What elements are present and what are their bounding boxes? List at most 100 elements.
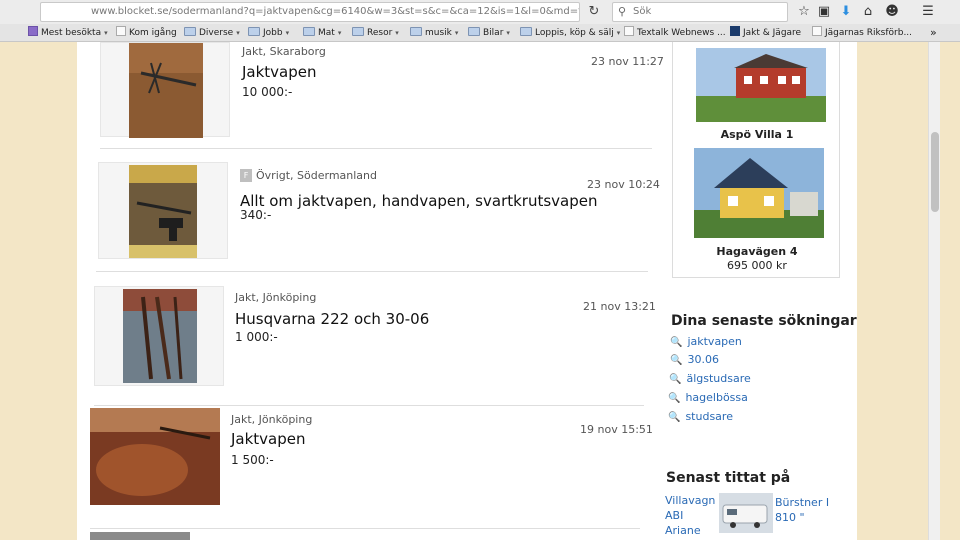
bookmark-label: Jägarnas Riksförb... bbox=[825, 28, 913, 38]
bookmark-folder-mat[interactable]: Mat ▾ bbox=[303, 26, 341, 40]
folder-icon bbox=[468, 27, 480, 36]
listing-category-text: Övrigt, Södermanland bbox=[256, 169, 378, 182]
listing-price: 10 000:- bbox=[242, 85, 293, 99]
bookmark-mest-besokta[interactable]: Mest besökta ▾ bbox=[28, 26, 108, 40]
browser-toolbar: www.blocket.se/sodermanland?q=jaktvapen&… bbox=[0, 0, 960, 24]
bookmark-jagarnas[interactable]: Jägarnas Riksförb... bbox=[812, 26, 912, 40]
list-item[interactable]: Jakt, Jönköping Husqvarna 222 och 30-06 … bbox=[94, 286, 656, 386]
listing-date: 19 nov 15:51 bbox=[580, 423, 653, 436]
download-icon[interactable]: ⬇ bbox=[838, 4, 854, 20]
browser-search-placeholder: Sök bbox=[633, 6, 652, 17]
chevron-down-icon: ▾ bbox=[454, 29, 459, 37]
chat-icon[interactable]: ☻ bbox=[884, 4, 900, 20]
divider bbox=[90, 528, 640, 529]
listing-thumbnail[interactable] bbox=[94, 286, 224, 386]
chevron-down-icon: ▾ bbox=[506, 29, 510, 37]
bookmark-textalk[interactable]: Textalk Webnews ... bbox=[624, 26, 726, 40]
chevron-down-icon: ▾ bbox=[616, 29, 621, 37]
bookmark-folder-musik[interactable]: musik ▾ bbox=[410, 26, 458, 40]
bookmark-kom-igang[interactable]: Kom igång bbox=[116, 26, 177, 40]
listing-category: Jakt, Jönköping bbox=[235, 291, 317, 304]
page-icon bbox=[116, 26, 126, 36]
listing-thumbnail[interactable] bbox=[100, 42, 230, 138]
recently-viewed-link[interactable]: Villavagn ABI Ariane bbox=[665, 493, 717, 540]
villa-image[interactable] bbox=[696, 48, 826, 122]
bookmarks-toolbar: Mest besökta ▾ Kom igång Diverse ▾ Jobb ▾ M… bbox=[0, 24, 960, 42]
folder-icon bbox=[303, 27, 315, 36]
bookmark-label: Diverse bbox=[199, 28, 234, 38]
house-name[interactable]: Hagavägen 4 bbox=[673, 245, 841, 258]
site-icon bbox=[730, 26, 740, 36]
house-price: 695 000 kr bbox=[727, 259, 787, 272]
home-icon[interactable]: ⌂ bbox=[860, 4, 876, 20]
bookmark-folder-loppis[interactable]: Loppis, köp & sälj ▾ bbox=[520, 26, 620, 40]
search-icon: 🔍 bbox=[670, 337, 683, 348]
search-icon: 🔍 bbox=[670, 355, 683, 366]
bookmark-folder-bilar[interactable]: Bilar ▾ bbox=[468, 26, 510, 40]
page-icon bbox=[624, 26, 634, 36]
listing-title[interactable]: Jaktvapen bbox=[242, 63, 317, 81]
folder-icon bbox=[410, 27, 422, 36]
bookmark-star-icon[interactable]: ☆ bbox=[796, 4, 812, 20]
bookmark-folder-jobb[interactable]: Jobb ▾ bbox=[248, 26, 289, 40]
listing-thumbnail-partial bbox=[90, 532, 190, 540]
bookmark-label: Loppis, köp & sälj bbox=[535, 28, 614, 38]
bookmark-label: Jakt & Jägare bbox=[743, 28, 802, 38]
folder-icon bbox=[184, 27, 196, 36]
listing-title[interactable]: Allt om jaktvapen, handvapen, svartkruts… bbox=[240, 192, 598, 210]
bookmark-label: Resor bbox=[367, 28, 393, 38]
list-item[interactable]: Jakt, Jönköping Jaktvapen 1 500:- 19 nov… bbox=[90, 408, 653, 508]
bookmarks-overflow-button[interactable]: » bbox=[930, 26, 937, 40]
search-icon: ⚲ bbox=[618, 5, 627, 18]
house-image[interactable] bbox=[694, 148, 824, 238]
motorhome-image[interactable] bbox=[719, 493, 773, 533]
recent-search-label: älgstudsare bbox=[686, 372, 751, 385]
listing-category: Jakt, Jönköping bbox=[231, 413, 313, 426]
rifles-on-floor-image bbox=[129, 43, 203, 138]
recent-searches-heading: Dina senaste sökningar bbox=[671, 313, 857, 329]
chevron-down-icon: ▾ bbox=[395, 29, 399, 37]
recent-search-link[interactable]: 🔍 30.06 bbox=[670, 353, 719, 366]
list-item[interactable]: F Övrigt, Södermanland Allt om jaktvapen,… bbox=[98, 162, 660, 262]
divider bbox=[96, 271, 648, 272]
recently-viewed-link[interactable]: Bürstner I 810 " bbox=[775, 495, 835, 540]
reload-icon[interactable]: ↻ bbox=[585, 3, 603, 21]
recent-search-link[interactable]: 🔍 jaktvapen bbox=[670, 335, 742, 348]
listing-type-badge: F bbox=[240, 169, 252, 182]
menu-icon[interactable]: ☰ bbox=[920, 4, 936, 20]
bookmark-label: Mat bbox=[318, 28, 335, 38]
search-icon: 🔍 bbox=[668, 393, 681, 404]
listing-category: F Övrigt, Södermanland bbox=[240, 169, 377, 182]
bookmark-label: Textalk Webnews ... bbox=[637, 28, 726, 38]
listing-title[interactable]: Jaktvapen bbox=[231, 430, 306, 448]
chevron-down-icon: ▾ bbox=[285, 29, 290, 37]
scrollbar-thumb[interactable] bbox=[931, 132, 939, 212]
listing-category: Jakt, Skaraborg bbox=[242, 45, 326, 58]
recent-search-link[interactable]: 🔍 studsare bbox=[668, 410, 733, 423]
url-field[interactable]: www.blocket.se/sodermanland?q=jaktvapen&… bbox=[40, 2, 580, 22]
bookmark-folder-resor[interactable]: Resor ▾ bbox=[352, 26, 399, 40]
listing-thumbnail[interactable] bbox=[98, 162, 228, 259]
house-name[interactable]: Aspö Villa 1 bbox=[673, 128, 841, 141]
listing-thumbnail[interactable] bbox=[90, 408, 220, 505]
reading-list-icon[interactable]: ▣ bbox=[816, 4, 832, 20]
folder-icon bbox=[352, 27, 364, 36]
bookmark-folder-diverse[interactable]: Diverse ▾ bbox=[184, 26, 240, 40]
recent-search-link[interactable]: 🔍 hagelbössa bbox=[668, 391, 748, 404]
divider bbox=[94, 405, 644, 406]
listing-date: 23 nov 10:24 bbox=[587, 178, 660, 191]
folder-icon bbox=[248, 27, 260, 36]
recent-search-link[interactable]: 🔍 älgstudsare bbox=[669, 372, 751, 385]
page-icon bbox=[812, 26, 822, 36]
magazine-cover-image bbox=[129, 165, 197, 258]
bookmark-jakt-jagare[interactable]: Jakt & Jägare bbox=[730, 26, 801, 40]
scrollbar[interactable] bbox=[928, 42, 940, 540]
recent-search-label: studsare bbox=[685, 410, 733, 423]
housing-ads-box: Aspö Villa 1 Hagavägen 4 695 000 kr bbox=[672, 42, 840, 278]
browser-search-input[interactable]: ⚲ Sök bbox=[612, 2, 788, 22]
chevron-down-icon: ▾ bbox=[337, 29, 342, 37]
list-item[interactable]: Jakt, Skaraborg Jaktvapen 10 000:- 23 no… bbox=[100, 42, 664, 142]
folder-icon bbox=[520, 27, 532, 36]
listing-title[interactable]: Husqvarna 222 och 30-06 bbox=[235, 310, 429, 328]
listing-price: 1 500:- bbox=[231, 453, 274, 467]
